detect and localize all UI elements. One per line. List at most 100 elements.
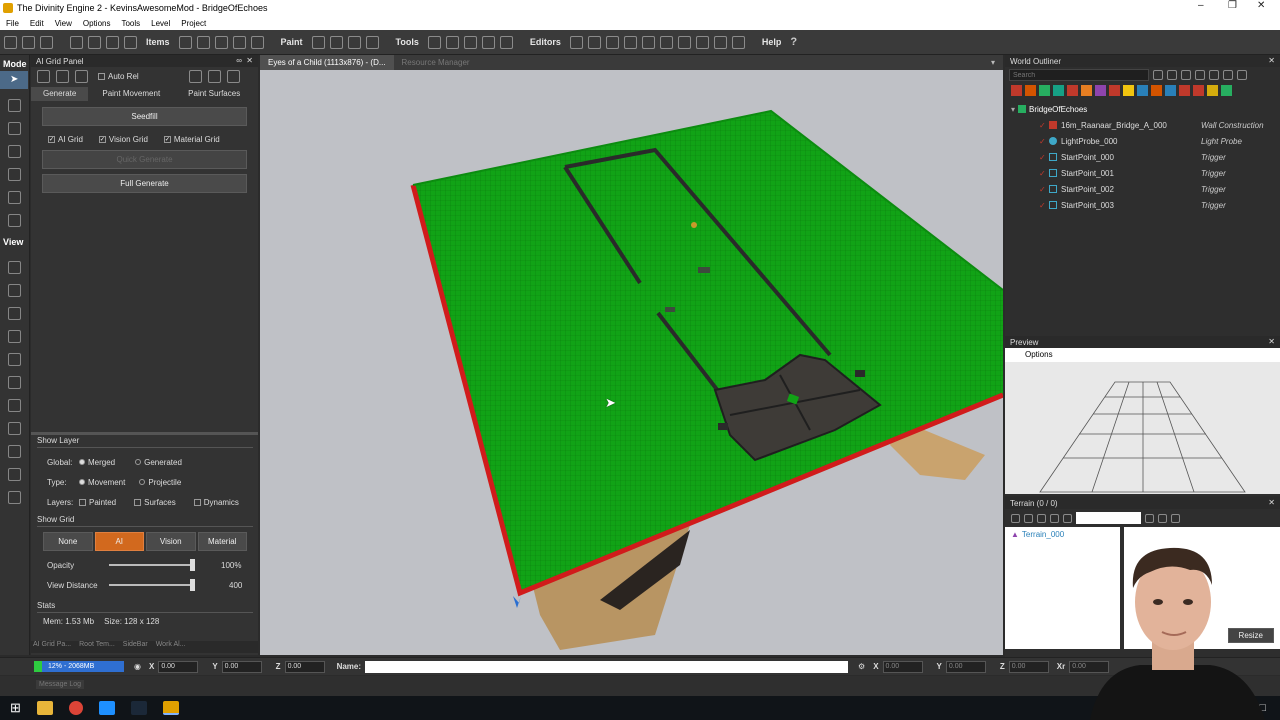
filter-10-icon[interactable] xyxy=(1137,85,1148,96)
bottom-tab-ai-grid[interactable]: AI Grid Pa... xyxy=(33,641,71,653)
eye-icon[interactable] xyxy=(1181,70,1191,80)
filter-14-icon[interactable] xyxy=(1193,85,1204,96)
filter-4-icon[interactable] xyxy=(1053,85,1064,96)
grid-none-button[interactable]: None xyxy=(43,532,93,551)
filter-5-icon[interactable] xyxy=(1067,85,1078,96)
global-generated-radio[interactable]: Generated xyxy=(135,458,182,467)
layer-surfaces-checkbox[interactable]: Surfaces xyxy=(134,498,176,507)
menu-level[interactable]: Level xyxy=(145,19,175,28)
terrain-tool-1-icon[interactable] xyxy=(1011,513,1020,523)
outliner-tool-icon[interactable] xyxy=(1209,70,1219,80)
help-icon[interactable]: ? xyxy=(790,36,797,48)
toolbar-help-label[interactable]: Help xyxy=(762,37,782,47)
message-log-tab[interactable]: Message Log xyxy=(36,680,85,689)
global-merged-radio[interactable]: Merged xyxy=(79,458,115,467)
list-icon[interactable] xyxy=(250,35,264,49)
tab-generate[interactable]: Generate xyxy=(31,87,89,101)
visible-check-icon[interactable]: ✓ xyxy=(1039,153,1049,162)
terrain-tool-2-icon[interactable] xyxy=(1024,513,1033,523)
tab-resource-manager[interactable]: Resource Manager xyxy=(394,55,478,70)
tab-paint-surfaces[interactable]: Paint Surfaces xyxy=(174,87,254,101)
visible-check-icon[interactable]: ✓ xyxy=(1039,169,1049,178)
editor-8-icon[interactable] xyxy=(695,35,709,49)
grid-icon[interactable] xyxy=(481,35,495,49)
ai-tool-6-icon[interactable] xyxy=(226,69,240,83)
opacity-slider-handle[interactable] xyxy=(190,559,195,571)
filter-9-icon[interactable] xyxy=(1123,85,1134,96)
items-tool-2-icon[interactable] xyxy=(196,35,210,49)
restore-icon[interactable]: ❐ xyxy=(1228,0,1237,11)
view-6-icon[interactable] xyxy=(8,376,21,389)
tools-tool-1-icon[interactable] xyxy=(427,35,441,49)
x2-field[interactable]: 0.00 xyxy=(882,660,923,673)
view-10-icon[interactable] xyxy=(8,468,21,481)
visible-check-icon[interactable]: ✓ xyxy=(1039,185,1049,194)
visible-check-icon[interactable]: ✓ xyxy=(1039,137,1049,146)
view-7-icon[interactable] xyxy=(8,399,21,412)
opacity-slider[interactable] xyxy=(109,559,195,571)
menu-project[interactable]: Project xyxy=(175,19,211,28)
terrain-search-input[interactable] xyxy=(1076,512,1141,524)
preview-close-icon[interactable]: ✕ xyxy=(1268,337,1275,346)
placement-icon[interactable] xyxy=(8,214,21,227)
editor-10-icon[interactable] xyxy=(731,35,745,49)
visible-check-icon[interactable]: ✓ xyxy=(1039,201,1049,210)
type-movement-radio[interactable]: Movement xyxy=(79,478,125,487)
link-icon[interactable] xyxy=(4,35,17,49)
ai-tool-4-icon[interactable] xyxy=(188,69,202,83)
filter-7-icon[interactable] xyxy=(1095,85,1106,96)
3d-viewport[interactable]: ➤ xyxy=(260,55,1003,655)
minimize-icon[interactable]: – xyxy=(1198,0,1204,11)
terrain-tool-3-icon[interactable] xyxy=(1037,513,1046,523)
outliner-item[interactable]: ✓ StartPoint_003 Trigger xyxy=(1039,197,1280,213)
y-field[interactable]: 0.00 xyxy=(221,660,262,673)
paint-tool-1-icon[interactable] xyxy=(311,35,325,49)
type-projectile-radio[interactable]: Projectile xyxy=(139,478,181,487)
outliner-item[interactable]: ✓ StartPoint_002 Trigger xyxy=(1039,181,1280,197)
brush-icon[interactable] xyxy=(365,35,379,49)
ai-tool-check-icon[interactable] xyxy=(75,69,88,83)
view-8-icon[interactable] xyxy=(8,422,21,435)
view-5-icon[interactable] xyxy=(8,353,21,366)
x-field[interactable]: 0.00 xyxy=(158,660,199,673)
menu-options[interactable]: Options xyxy=(77,19,116,28)
y2-field[interactable]: 0.00 xyxy=(945,660,986,673)
view-2-icon[interactable] xyxy=(8,284,21,297)
outliner-item[interactable]: ✓ LightProbe_000 Light Probe xyxy=(1039,133,1280,149)
chart-icon[interactable] xyxy=(713,35,727,49)
ai-grid-checkbox[interactable]: ✓ AI Grid xyxy=(48,135,83,144)
film-icon[interactable] xyxy=(40,35,53,49)
paint-tool-2-icon[interactable] xyxy=(329,35,343,49)
terrain-item[interactable]: Terrain_000 xyxy=(1022,530,1064,539)
material-grid-checkbox[interactable]: ✓ Material Grid xyxy=(163,135,220,144)
editor-1-icon[interactable] xyxy=(569,35,583,49)
view-11-icon[interactable] xyxy=(8,491,21,504)
grid-ai-button[interactable]: AI xyxy=(94,532,144,551)
layer-dynamics-checkbox[interactable]: Dynamics xyxy=(193,498,239,507)
filter-8-icon[interactable] xyxy=(1109,85,1120,96)
outliner-search-input[interactable] xyxy=(1009,69,1149,81)
layer-painted-checkbox[interactable]: Painted xyxy=(79,498,116,507)
save-all-icon[interactable] xyxy=(124,35,137,49)
move-icon[interactable] xyxy=(8,99,21,112)
search-icon[interactable] xyxy=(1153,70,1163,80)
toolbar-editors-label[interactable]: Editors xyxy=(530,37,561,47)
filter-15-icon[interactable] xyxy=(1207,85,1218,96)
outliner-item[interactable]: ✓ StartPoint_001 Trigger xyxy=(1039,165,1280,181)
bottom-tab-sidebar[interactable]: SideBar xyxy=(123,641,148,653)
divinity-engine-taskbar-icon[interactable] xyxy=(162,701,179,715)
toolbar-paint-label[interactable]: Paint xyxy=(281,37,303,47)
filter-1-icon[interactable] xyxy=(1011,85,1022,96)
frame-icon[interactable] xyxy=(22,35,35,49)
z-field[interactable]: 0.00 xyxy=(284,660,325,673)
outliner-item[interactable]: ✓ StartPoint_000 Trigger xyxy=(1039,149,1280,165)
editor-5-icon[interactable] xyxy=(641,35,655,49)
terrain-tool-8-icon[interactable] xyxy=(1171,513,1180,523)
toolbar-tools-label[interactable]: Tools xyxy=(396,37,419,47)
seedfill-button[interactable]: Seedfill xyxy=(42,107,247,126)
outliner-grid-icon[interactable] xyxy=(1237,70,1247,80)
terrain-tool-icon[interactable] xyxy=(8,168,21,181)
editor-3-icon[interactable] xyxy=(605,35,619,49)
ai-tool-2-icon[interactable] xyxy=(56,69,69,83)
view-distance-slider[interactable] xyxy=(109,579,195,591)
